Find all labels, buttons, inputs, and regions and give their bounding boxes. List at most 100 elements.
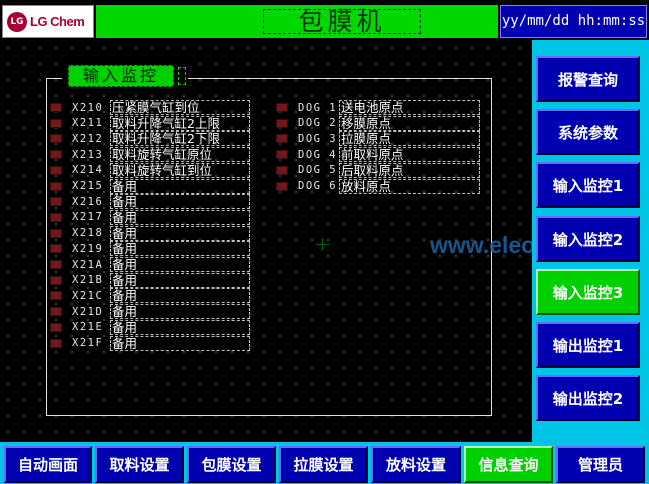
input-address: DOG 1 [298, 101, 338, 114]
input-label: 拉膜原点 [339, 131, 480, 147]
status-lamp-icon [50, 244, 62, 254]
input-row: X218 [50, 226, 103, 241]
status-lamp-icon [50, 275, 62, 285]
input-row: X211 [50, 116, 103, 131]
input-row: DOG 1 [276, 100, 337, 115]
status-lamp-icon [50, 134, 62, 144]
bottom-nav-button[interactable]: 信息查询 [464, 446, 553, 483]
input-row: X21D [50, 304, 103, 319]
side-nav-button[interactable]: 输出监控2 [536, 375, 640, 421]
panel-title-marker [178, 67, 186, 85]
status-lamp-icon [276, 181, 288, 191]
input-label: 取料旋转气缸原位 [110, 147, 250, 163]
status-lamp-icon [50, 338, 62, 348]
status-lamp-icon [50, 118, 62, 128]
input-address: X219 [72, 242, 104, 255]
panel-title: 输入监控 [68, 65, 174, 87]
side-nav-button[interactable]: 输入监控2 [536, 216, 640, 262]
input-row: DOG 3 [276, 131, 337, 146]
input-label: 备用 [110, 272, 250, 288]
input-label: 取料升降气缸2下限 [110, 131, 250, 147]
datetime-display: yy/mm/dd hh:mm:ss [500, 5, 647, 38]
input-address: X215 [72, 180, 104, 192]
side-nav-button[interactable]: 系统参数 [536, 109, 640, 155]
input-address: X213 [72, 148, 104, 161]
input-address: X21F [72, 337, 104, 349]
status-lamp-icon [276, 103, 288, 112]
input-row: DOG 6 [276, 179, 337, 194]
input-label: 移膜原点 [339, 115, 480, 131]
input-label: 备用 [110, 257, 250, 272]
crosshair-icon [316, 238, 329, 251]
input-address: X212 [72, 132, 104, 145]
input-row: X21C [50, 288, 103, 303]
input-label: 取料升降气缸2上限 [110, 115, 250, 131]
input-row: DOG 4 [276, 147, 337, 162]
input-row: X216 [50, 194, 103, 209]
status-lamp-icon [276, 150, 288, 160]
input-address: X216 [72, 195, 104, 208]
status-lamp-icon [50, 260, 62, 269]
side-nav-button[interactable]: 输入监控3 [536, 269, 640, 315]
input-address: X21A [72, 258, 104, 271]
input-row: X21E [50, 320, 103, 335]
input-address: X21C [72, 289, 104, 302]
lg-chem-logo: LG LG Chem [2, 5, 94, 38]
input-address: X217 [72, 211, 104, 224]
input-label: 压紧膜气缸到位 [110, 100, 250, 115]
status-lamp-icon [50, 197, 62, 207]
input-address: X210 [72, 101, 104, 114]
input-address: DOG 5 [298, 164, 338, 177]
input-row: X219 [50, 241, 103, 256]
input-address: DOG 3 [298, 132, 338, 145]
status-lamp-icon [50, 165, 62, 175]
input-row: X21B [50, 273, 103, 288]
input-label: 备用 [110, 241, 250, 257]
status-lamp-icon [276, 134, 288, 144]
status-lamp-icon [50, 181, 62, 191]
input-label: 备用 [110, 335, 250, 351]
input-label: 备用 [110, 209, 250, 225]
input-label: 放料原点 [339, 178, 480, 194]
status-lamp-icon [50, 291, 62, 301]
input-address: X218 [72, 227, 104, 240]
bottom-nav-button[interactable]: 包膜设置 [187, 446, 276, 483]
bottom-nav-button[interactable]: 拉膜设置 [279, 446, 368, 483]
input-address: DOG 2 [298, 117, 338, 130]
status-lamp-icon [276, 118, 288, 128]
bottom-nav-button[interactable]: 自动画面 [4, 446, 92, 483]
bottom-nav-button[interactable]: 放料设置 [371, 446, 461, 483]
input-label: 备用 [110, 304, 250, 320]
input-row: DOG 5 [276, 163, 337, 178]
input-address: X214 [72, 164, 104, 177]
input-label: 备用 [110, 178, 250, 194]
input-row: X210 [50, 100, 103, 115]
status-lamp-icon [50, 322, 62, 332]
input-row: X21A [50, 257, 103, 272]
input-address: DOG 6 [298, 180, 338, 192]
input-label: 取料旋转气缸到位 [110, 162, 250, 178]
input-row: X215 [50, 179, 103, 194]
input-address: DOG 4 [298, 148, 338, 161]
input-row: X214 [50, 163, 103, 178]
input-row: DOG 2 [276, 116, 337, 131]
status-lamp-icon [50, 212, 62, 222]
bottom-nav-button[interactable]: 取料设置 [95, 446, 184, 483]
side-nav-button[interactable]: 输入监控1 [536, 162, 640, 208]
input-label: 后取料原点 [339, 162, 480, 178]
status-lamp-icon [50, 103, 62, 112]
input-row: X212 [50, 131, 103, 146]
side-nav-button[interactable]: 输出监控1 [536, 322, 640, 368]
input-label: 前取料原点 [339, 147, 480, 163]
input-address: X211 [72, 117, 104, 130]
panel-title-tag: 输入监控 [62, 63, 188, 87]
status-lamp-icon [50, 307, 62, 317]
side-nav-button[interactable]: 报警查询 [536, 56, 640, 102]
input-label: 送电池原点 [339, 100, 480, 115]
input-address: X21E [72, 321, 104, 334]
logo-text: LG Chem [30, 14, 85, 29]
input-address: X21D [72, 305, 104, 318]
input-label: 备用 [110, 225, 250, 241]
bottom-nav-button[interactable]: 管理员 [556, 446, 645, 483]
input-address: X21B [72, 274, 104, 287]
